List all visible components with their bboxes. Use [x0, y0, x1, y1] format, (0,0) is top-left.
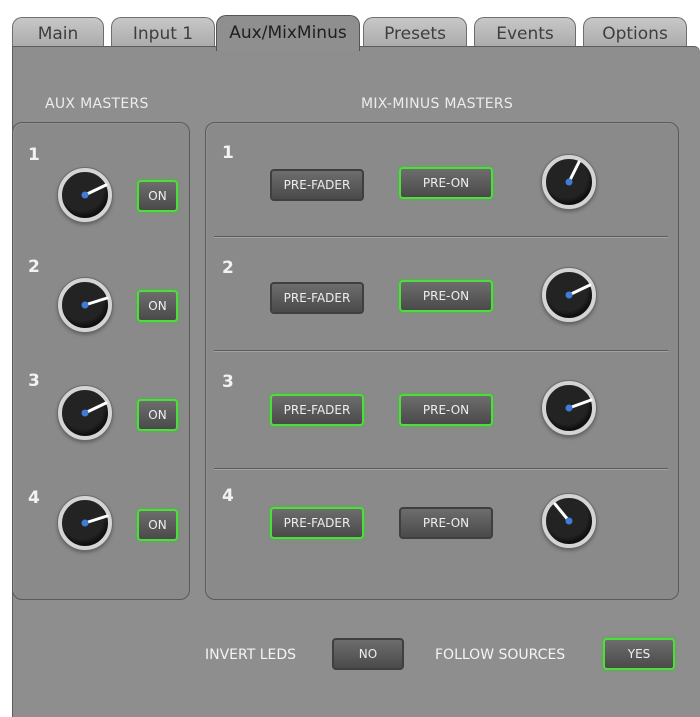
mixminus-1-prefader-button[interactable]: PRE-FADER [270, 169, 364, 201]
aux-1-knob[interactable] [58, 168, 112, 222]
aux-channel-1-number: 1 [28, 145, 40, 165]
aux-2-knob[interactable] [58, 278, 112, 332]
mixminus-4-knob[interactable] [542, 494, 596, 548]
aux-channel-3-number: 3 [28, 371, 40, 391]
mixminus-channel-4-number: 4 [222, 486, 234, 506]
mixminus-channel-1-number: 1 [222, 143, 234, 163]
mixminus-1-knob[interactable] [542, 155, 596, 209]
aux-channel-2-number: 2 [28, 257, 40, 277]
mixminus-3-knob[interactable] [542, 381, 596, 435]
mixminus-1-preon-button[interactable]: PRE-ON [399, 167, 493, 199]
mixminus-4-prefader-button[interactable]: PRE-FADER [270, 507, 364, 539]
aux-channel-4-number: 4 [28, 488, 40, 508]
aux-2-on-button[interactable]: ON [137, 290, 178, 322]
invert-leds-label: INVERT LEDS [205, 647, 297, 663]
aux-4-knob[interactable] [58, 496, 112, 550]
mixminus-channel-3-number: 3 [222, 372, 234, 392]
mixminus-3-prefader-button[interactable]: PRE-FADER [270, 394, 364, 426]
aux-1-on-button[interactable]: ON [137, 180, 178, 212]
mixminus-divider-2 [214, 350, 668, 352]
follow-sources-label: FOLLOW SOURCES [435, 647, 566, 663]
mixminus-divider-3 [214, 468, 668, 470]
invert-leds-button[interactable]: NO [332, 638, 404, 670]
aux-4-on-button[interactable]: ON [137, 509, 178, 541]
mixminus-divider-1 [214, 236, 668, 238]
mixminus-2-preon-button[interactable]: PRE-ON [399, 280, 493, 312]
aux-3-knob[interactable] [58, 386, 112, 440]
mixminus-3-preon-button[interactable]: PRE-ON [399, 394, 493, 426]
mixminus-4-preon-button[interactable]: PRE-ON [399, 507, 493, 539]
mixminus-2-prefader-button[interactable]: PRE-FADER [270, 282, 364, 314]
mixminus-channel-2-number: 2 [222, 258, 234, 278]
mixminus-2-knob[interactable] [542, 268, 596, 322]
aux-3-on-button[interactable]: ON [137, 399, 178, 431]
follow-sources-button[interactable]: YES [603, 638, 675, 670]
